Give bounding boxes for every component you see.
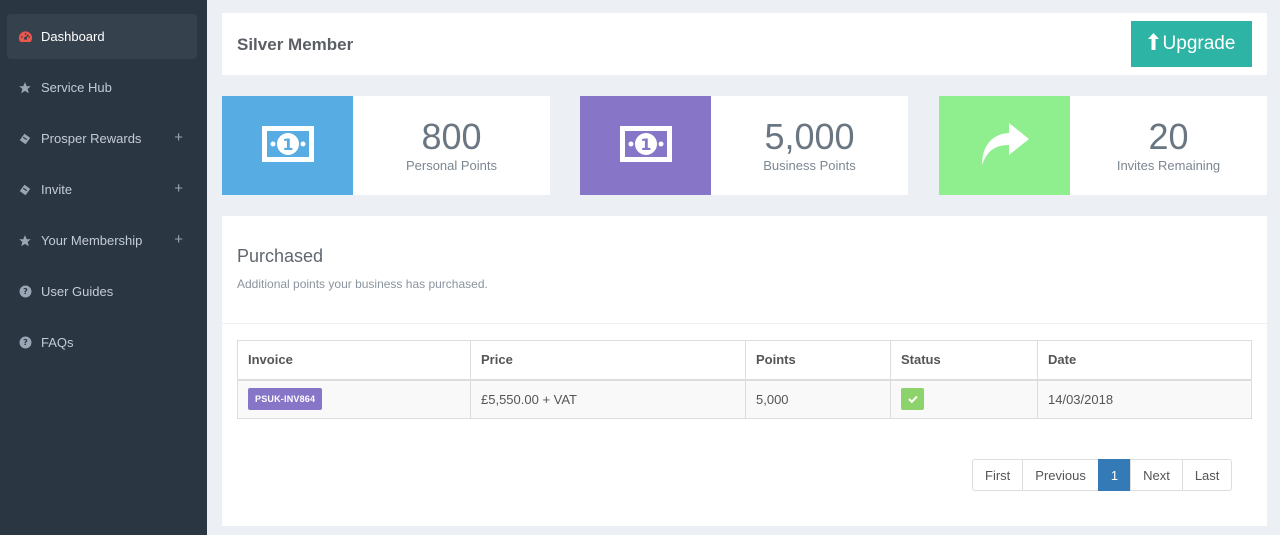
stat-tile: 1: [222, 96, 353, 195]
share-arrow-icon: [979, 121, 1031, 170]
star-icon: [17, 233, 33, 249]
sidebar-item-user-guides[interactable]: ? User Guides: [7, 269, 197, 314]
table-header-row: Invoice Price Points Status Date: [237, 340, 1252, 381]
stat-label: Business Points: [763, 158, 856, 173]
stat-tile: [939, 96, 1070, 195]
svg-text:?: ?: [23, 337, 28, 347]
svg-text:1: 1: [282, 135, 293, 154]
stat-value: 800: [421, 116, 482, 157]
invoice-badge[interactable]: PSUK-INV864: [248, 388, 323, 411]
svg-text:1: 1: [640, 135, 651, 154]
page-first-button[interactable]: First: [972, 459, 1024, 491]
sidebar-item-label: User Guides: [41, 284, 114, 299]
sidebar-item-your-membership[interactable]: Your Membership +: [7, 218, 197, 263]
sidebar-item-label: Your Membership: [41, 233, 143, 248]
sidebar-item-faqs[interactable]: ? FAQs: [7, 320, 197, 365]
page-next-button[interactable]: Next: [1130, 459, 1183, 491]
svg-text:?: ?: [23, 286, 28, 296]
ticket-icon: [17, 131, 33, 147]
sidebar-item-invite[interactable]: Invite +: [7, 167, 197, 212]
check-icon: [901, 388, 924, 411]
cell-date: 14/03/2018: [1037, 379, 1252, 419]
pagination: First Previous 1 Next Last: [972, 459, 1233, 491]
column-header-price: Price: [470, 340, 746, 381]
ticket-icon: [17, 182, 33, 198]
page-number-button[interactable]: 1: [1097, 459, 1132, 491]
star-icon: [17, 80, 33, 96]
sidebar-item-label: Invite: [41, 182, 73, 197]
sidebar-item-label: Dashboard: [41, 29, 105, 44]
arrow-up-icon: [1147, 33, 1159, 55]
stat-card-personal-points: 1 800 Personal Points: [222, 96, 550, 195]
divider: [222, 323, 1267, 324]
expand-icon[interactable]: +: [174, 231, 183, 248]
cell-invoice: PSUK-INV864: [237, 379, 471, 419]
question-circle-icon: ?: [17, 335, 33, 351]
purchased-card: Purchased Additional points your busines…: [222, 216, 1267, 526]
header-card: Silver Member Upgrade: [222, 13, 1267, 75]
money-icon: 1: [619, 125, 673, 166]
sidebar-item-service-hub[interactable]: Service Hub: [7, 65, 197, 110]
upgrade-button[interactable]: Upgrade: [1131, 21, 1252, 67]
sidebar: Dashboard Service Hub Prosper Rewards + …: [0, 0, 207, 535]
column-header-date: Date: [1037, 340, 1252, 381]
section-subtitle: Additional points your business has purc…: [237, 277, 488, 291]
expand-icon[interactable]: +: [174, 129, 183, 146]
stat-label: Invites Remaining: [1116, 158, 1221, 173]
section-title: Purchased: [237, 246, 324, 266]
page-title: Silver Member: [237, 35, 354, 54]
sidebar-item-label: Service Hub: [41, 80, 112, 95]
table-row: PSUK-INV864 £5,550.00 + VAT 5,000 14/03/…: [237, 379, 1252, 419]
stat-value: 5,000: [764, 116, 855, 157]
cell-points: 5,000: [745, 379, 891, 419]
column-header-points: Points: [745, 340, 891, 381]
sidebar-item-label: FAQs: [41, 335, 74, 350]
expand-icon[interactable]: +: [174, 180, 183, 197]
question-circle-icon: ?: [17, 284, 33, 300]
page-previous-button[interactable]: Previous: [1022, 459, 1099, 491]
money-icon: 1: [261, 125, 315, 166]
stat-card-invites-remaining: 20 Invites Remaining: [939, 96, 1267, 195]
sidebar-item-dashboard[interactable]: Dashboard: [7, 14, 197, 59]
stat-value: 20: [1148, 116, 1189, 157]
column-header-invoice: Invoice: [237, 340, 471, 381]
cell-status: [890, 379, 1038, 419]
column-header-status: Status: [890, 340, 1038, 381]
cell-price: £5,550.00 + VAT: [470, 379, 746, 419]
upgrade-label: Upgrade: [1162, 33, 1236, 54]
page-last-button[interactable]: Last: [1181, 459, 1233, 491]
dashboard-icon: [17, 29, 33, 45]
sidebar-item-label: Prosper Rewards: [41, 131, 142, 146]
stat-label: Personal Points: [405, 158, 498, 173]
stat-card-business-points: 1 5,000 Business Points: [580, 96, 908, 195]
stat-tile: 1: [580, 96, 711, 195]
purchases-table: Invoice Price Points Status Date PSUK-IN…: [237, 340, 1252, 419]
sidebar-item-prosper-rewards[interactable]: Prosper Rewards +: [7, 116, 197, 161]
